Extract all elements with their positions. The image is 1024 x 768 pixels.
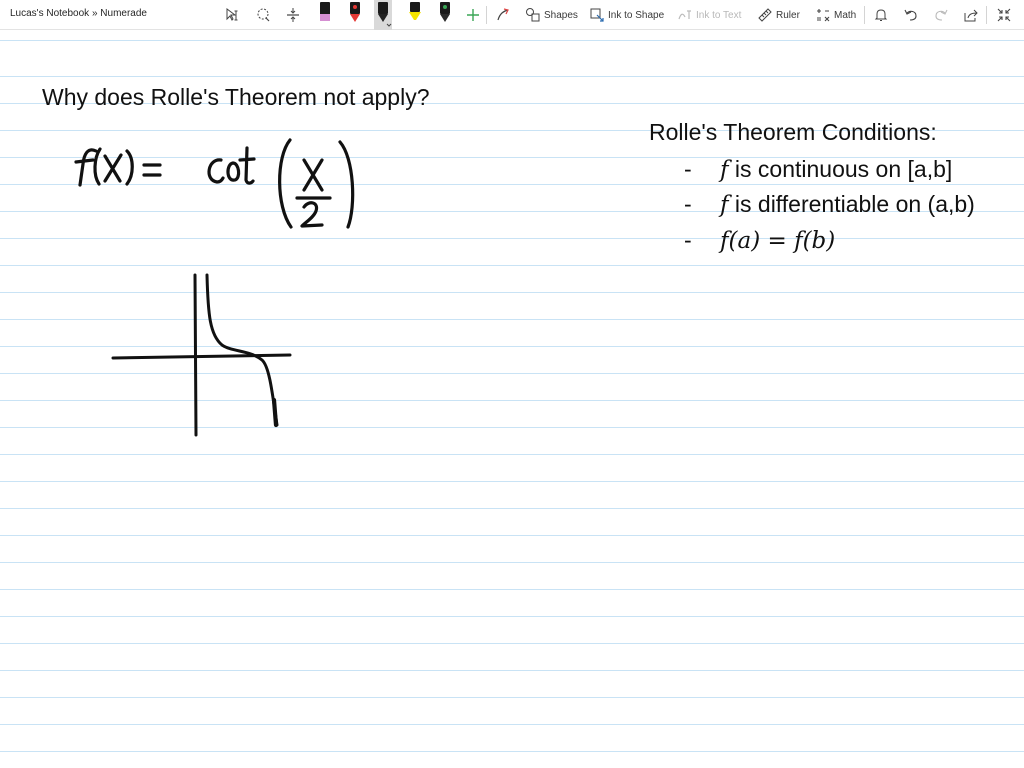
handwritten-ink[interactable] [0, 30, 1024, 768]
pen-black-selected[interactable] [374, 0, 392, 30]
ink-to-shape-button[interactable]: Ink to Shape [589, 4, 664, 26]
cursor-text-icon [226, 8, 238, 21]
ruler-button[interactable]: Ruler [757, 4, 800, 26]
ribbon-toolbar: Lucas's Notebook » Numerade Shapes Ink t… [0, 0, 1024, 30]
note-page[interactable]: Why does Rolle's Theorem not apply? Roll… [0, 30, 1024, 768]
pen-icon [350, 2, 360, 22]
notifications-button[interactable] [873, 4, 889, 26]
add-space-icon [287, 8, 299, 22]
ink-replay-button[interactable] [495, 4, 511, 26]
breadcrumb[interactable]: Lucas's Notebook » Numerade [10, 8, 147, 19]
ink-to-text-label: Ink to Text [696, 9, 742, 21]
add-pen-button[interactable] [466, 4, 480, 26]
ink-to-shape-icon [590, 8, 604, 22]
add-space-button[interactable] [285, 4, 301, 26]
undo-icon [904, 9, 917, 21]
pen-icon [378, 2, 392, 27]
ruler-icon [758, 8, 772, 22]
math-icon [817, 9, 830, 22]
undo-button[interactable] [903, 4, 919, 26]
ruler-label: Ruler [776, 9, 800, 21]
cotangent-sketch [111, 273, 292, 437]
ink-to-shape-label: Ink to Shape [608, 9, 665, 21]
redo-icon [935, 9, 948, 21]
pen-icon [320, 2, 330, 21]
collapse-icon [997, 8, 1011, 22]
highlighter-yellow[interactable] [406, 0, 424, 30]
lasso-select-button[interactable] [255, 4, 271, 26]
pen-red[interactable] [346, 0, 364, 30]
pen-dark[interactable] [436, 0, 454, 30]
share-button[interactable] [963, 4, 979, 26]
plus-icon [467, 9, 479, 21]
shapes-button[interactable]: Shapes [525, 4, 578, 26]
x-axis [111, 353, 292, 360]
pen-purple[interactable] [316, 0, 334, 30]
share-icon [964, 9, 978, 22]
ink-replay-icon [497, 8, 509, 21]
ink-to-text-button[interactable]: Ink to Text [677, 4, 741, 26]
bell-icon [874, 9, 888, 21]
shapes-label: Shapes [544, 9, 578, 21]
y-axis [193, 273, 198, 437]
full-screen-button[interactable] [996, 4, 1012, 26]
lasso-icon [257, 8, 270, 22]
handwritten-equation [74, 138, 355, 229]
divider [864, 6, 865, 24]
shapes-icon [526, 8, 540, 22]
highlighter-icon [409, 2, 421, 20]
redo-button[interactable] [933, 4, 949, 26]
math-button[interactable]: Math [815, 4, 856, 26]
curve [205, 273, 279, 427]
type-select-button[interactable] [224, 4, 240, 26]
divider [986, 6, 987, 24]
pen-icon [440, 2, 450, 22]
divider [486, 6, 487, 24]
ink-to-text-icon [678, 10, 691, 20]
math-label: Math [834, 9, 857, 21]
